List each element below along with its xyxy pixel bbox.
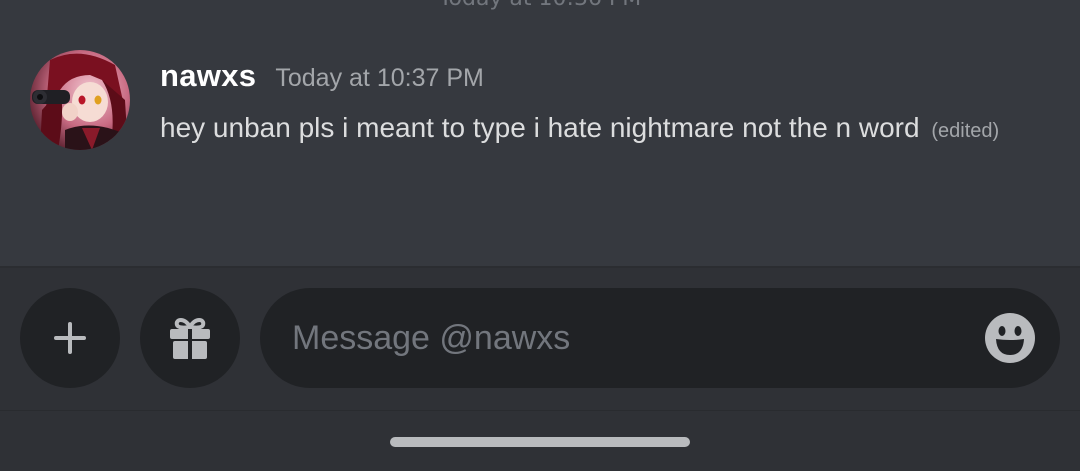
timestamp: Today at 10:37 PM	[275, 64, 484, 92]
attach-button[interactable]	[20, 288, 120, 388]
previous-message-clipped: Today at 10:36 PM	[0, 0, 1080, 11]
message-text: hey unban pls i meant to type i hate nig…	[160, 112, 920, 143]
message-input[interactable]	[292, 288, 972, 388]
avatar-image	[30, 50, 130, 150]
gift-button[interactable]	[140, 288, 240, 388]
gift-icon	[170, 318, 210, 359]
edited-label: (edited)	[931, 120, 1000, 142]
bottom-safe-area	[0, 410, 1080, 471]
message-input-container[interactable]	[260, 288, 1060, 388]
message-content: hey unban pls i meant to type i hate nig…	[160, 106, 1020, 153]
message: nawxs Today at 10:37 PM hey unban pls i …	[0, 48, 1080, 248]
username[interactable]: nawxs	[160, 58, 256, 93]
message-header: nawxs Today at 10:37 PM	[160, 58, 484, 94]
home-indicator[interactable]	[390, 437, 690, 447]
message-composer	[0, 268, 1080, 410]
chat-screen: Today at 10:36 PM	[0, 0, 1080, 471]
smiley-emoji-icon[interactable]	[984, 312, 1036, 364]
plus-icon	[54, 322, 86, 354]
avatar[interactable]	[30, 50, 130, 150]
